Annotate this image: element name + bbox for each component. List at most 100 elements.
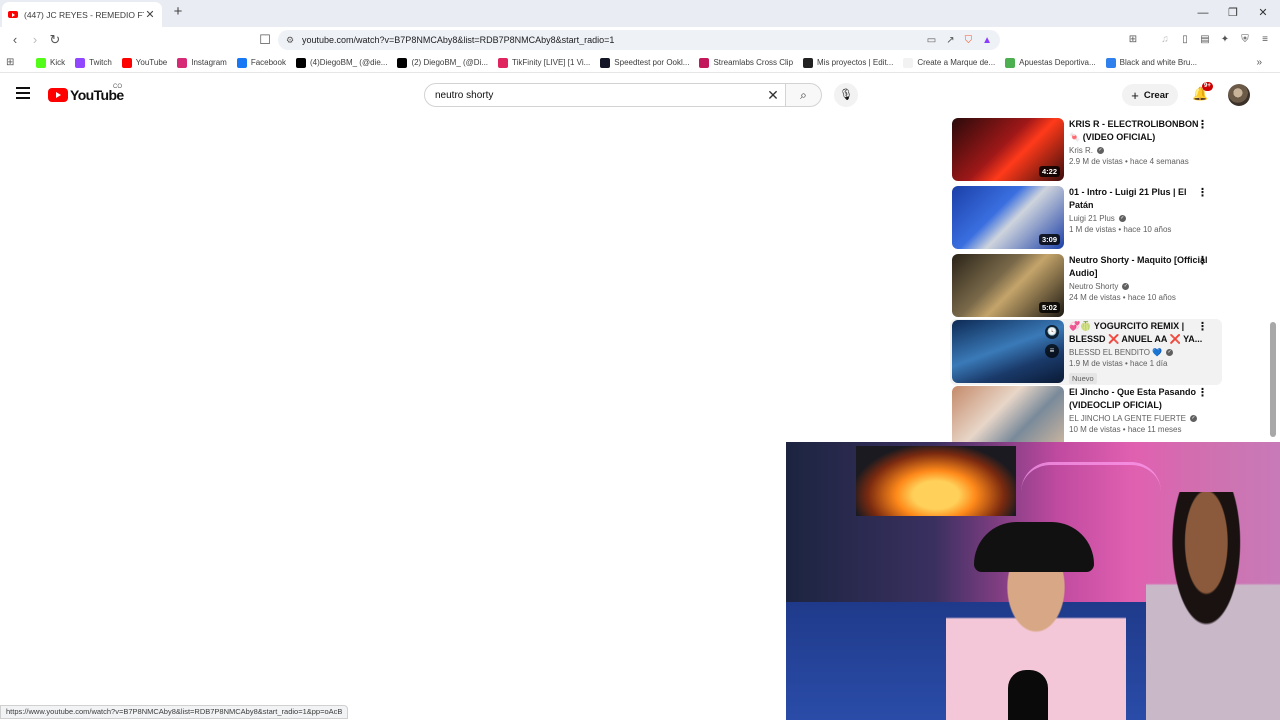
video-thumbnail[interactable]: 4:22: [952, 118, 1064, 181]
channel-name[interactable]: BLESSD EL BENDITO 💙 ✓: [1069, 348, 1209, 357]
clear-search-icon[interactable]: ✕: [761, 87, 785, 104]
channel-label[interactable]: BLESSD EL BENDITO 💙: [1069, 348, 1162, 357]
bookmark-item[interactable]: (2) DiegoBM_ (@Di...: [397, 57, 488, 68]
back-button[interactable]: ‹: [6, 31, 24, 49]
microphone-icon: 🎙: [839, 89, 853, 101]
browser-tab-active[interactable]: (447) JC REYES - REMEDIO FT PI ✕: [2, 2, 162, 27]
bookmark-favicon-icon: [903, 57, 914, 68]
restore-window-button[interactable]: ❐: [1218, 4, 1248, 22]
neon-heartbeat-sign: [1021, 462, 1161, 522]
channel-label[interactable]: Kris R.: [1069, 146, 1093, 155]
video-info: 01 - Intro - Luigi 21 Plus | El Patán Lui…: [1069, 185, 1209, 253]
more-actions-icon[interactable]: ⋮: [1197, 120, 1208, 131]
bookmark-favicon-icon: [236, 57, 247, 68]
search-input[interactable]: neutro shorty: [435, 90, 761, 101]
page-scrollbar[interactable]: [1270, 322, 1276, 437]
bookmark-item[interactable]: Twitch: [75, 57, 112, 68]
bookmark-label: Twitch: [89, 58, 112, 67]
browser-menu-icon[interactable]: ≡: [1257, 32, 1273, 48]
add-to-queue-icon[interactable]: ≡: [1045, 344, 1059, 358]
video-info: 💞🍈 YOGURCITO REMIX | BLESSD ❌ ANUEL AA ❌…: [1069, 319, 1209, 385]
video-title[interactable]: El Jincho - Que Esta Pasando (VIDEOCLIP …: [1069, 386, 1209, 412]
sidebar-icon[interactable]: ▯: [1177, 32, 1193, 48]
share-icon[interactable]: ↗: [946, 35, 954, 46]
brave-shield-icon[interactable]: ⛉: [965, 35, 973, 46]
bookmark-icon[interactable]: ☐: [256, 31, 274, 49]
video-thumbnail[interactable]: 🕓 ≡: [952, 320, 1064, 383]
channel-name[interactable]: EL JINCHO LA GENTE FUERTE ✓: [1069, 414, 1209, 423]
media-icon[interactable]: ♫: [1157, 32, 1173, 48]
more-actions-icon[interactable]: ⋮: [1197, 256, 1208, 267]
bookmark-item[interactable]: (4)DiegoBM_ (@die...: [295, 57, 388, 68]
video-thumbnail[interactable]: 5:02: [952, 254, 1064, 317]
more-actions-icon[interactable]: ⋮: [1197, 322, 1208, 333]
avatar[interactable]: [1228, 84, 1250, 106]
wallet-icon[interactable]: ▤: [1197, 32, 1213, 48]
channel-label[interactable]: EL JINCHO LA GENTE FUERTE: [1069, 414, 1186, 423]
url-text[interactable]: youtube.com/watch?v=B7P8NMCAby8&list=RDB…: [302, 35, 917, 45]
channel-name[interactable]: Kris R. ✓: [1069, 146, 1209, 155]
hamburger-menu-icon[interactable]: [16, 87, 30, 99]
channel-name[interactable]: Luigi 21 Plus ✓: [1069, 214, 1209, 223]
apps-grid-icon[interactable]: ⊞: [6, 57, 20, 68]
minimize-window-button[interactable]: —: [1188, 4, 1218, 22]
video-title[interactable]: Neutro Shorty - Maquito [Official Audio]: [1069, 254, 1209, 280]
verified-check-icon: ✓: [1097, 147, 1104, 154]
recommendation-item[interactable]: 🕓 ≡ 💞🍈 YOGURCITO REMIX | BLESSD ❌ ANUEL AA…: [950, 319, 1222, 385]
reload-button[interactable]: ↻: [46, 31, 64, 49]
vpn-icon[interactable]: ⛨: [1237, 32, 1253, 48]
more-bookmarks-icon[interactable]: »: [1256, 57, 1262, 68]
watch-later-icon[interactable]: 🕓: [1045, 325, 1059, 339]
voice-search-button[interactable]: 🎙: [834, 83, 858, 107]
notifications-button[interactable]: 🔔 9+: [1192, 82, 1213, 102]
install-app-icon[interactable]: ▭: [927, 35, 936, 46]
search-box[interactable]: neutro shorty ✕: [424, 83, 786, 107]
bookmark-item[interactable]: Streamlabs Cross Clip: [699, 57, 793, 68]
bookmark-item[interactable]: Apuestas Deportiva...: [1005, 57, 1096, 68]
video-title[interactable]: KRIS R - ELECTROLIBONBON 🍬 (VIDEO OFICIA…: [1069, 118, 1209, 144]
recommendations-list: 4:22 KRIS R - ELECTROLIBONBON 🍬 (VIDEO OF…: [950, 117, 1222, 442]
site-info-icon[interactable]: ⚙: [286, 35, 302, 46]
video-thumbnail[interactable]: [952, 386, 1064, 442]
forward-button[interactable]: ›: [26, 31, 44, 49]
bookmark-favicon-icon: [295, 57, 306, 68]
video-meta: 1.9 M de vistas • hace 1 día: [1069, 359, 1168, 368]
create-button[interactable]: + Crear: [1122, 84, 1178, 106]
channel-name[interactable]: Neutro Shorty ✓: [1069, 282, 1209, 291]
video-title[interactable]: 💞🍈 YOGURCITO REMIX | BLESSD ❌ ANUEL AA ❌…: [1069, 320, 1209, 346]
new-tab-button[interactable]: +: [170, 4, 186, 20]
rewards-icon[interactable]: ▲: [982, 35, 992, 46]
leo-ai-icon[interactable]: ✦: [1217, 32, 1233, 48]
search-button[interactable]: ⌕: [786, 83, 822, 107]
bookmark-favicon-icon: [498, 57, 509, 68]
bookmark-item[interactable]: Kick: [36, 57, 65, 68]
bookmark-item[interactable]: TikFinity [LIVE] [1 Vi...: [498, 57, 590, 68]
address-bar[interactable]: ⚙ youtube.com/watch?v=B7P8NMCAby8&list=R…: [278, 30, 1000, 50]
close-tab-icon[interactable]: ✕: [144, 8, 156, 21]
recommendation-item[interactable]: El Jincho - Que Esta Pasando (VIDEOCLIP …: [950, 385, 1222, 442]
bookmark-item[interactable]: Facebook: [236, 57, 286, 68]
recommendation-item[interactable]: 5:02 Neutro Shorty - Maquito [Official Au…: [950, 253, 1222, 321]
close-window-button[interactable]: ✕: [1248, 4, 1278, 22]
video-thumbnail[interactable]: 3:09: [952, 186, 1064, 249]
youtube-logo[interactable]: YouTube CO: [48, 84, 124, 103]
channel-label[interactable]: Neutro Shorty: [1069, 282, 1118, 291]
youtube-play-icon: [48, 88, 68, 102]
recommendation-item[interactable]: 3:09 01 - Intro - Luigi 21 Plus | El Patá…: [950, 185, 1222, 253]
bookmark-item[interactable]: Instagram: [177, 57, 227, 68]
bookmark-item[interactable]: Speedtest por Ookl...: [600, 57, 689, 68]
more-actions-icon[interactable]: ⋮: [1197, 388, 1208, 399]
more-actions-icon[interactable]: ⋮: [1197, 188, 1208, 199]
bookmark-item[interactable]: Create a Marque de...: [903, 57, 995, 68]
bookmark-item[interactable]: Mis proyectos | Edit...: [803, 57, 893, 68]
bookmark-favicon-icon: [1005, 57, 1016, 68]
bookmark-item[interactable]: Black and white Bru...: [1105, 57, 1197, 68]
video-duration: 3:09: [1038, 234, 1060, 245]
video-title[interactable]: 01 - Intro - Luigi 21 Plus | El Patán: [1069, 186, 1209, 212]
recommendation-item[interactable]: 4:22 KRIS R - ELECTROLIBONBON 🍬 (VIDEO OF…: [950, 117, 1222, 185]
bookmark-favicon-icon: [121, 57, 132, 68]
tab-search-icon[interactable]: ⊞: [1125, 32, 1141, 48]
channel-label[interactable]: Luigi 21 Plus: [1069, 214, 1115, 223]
bookmark-label: (4)DiegoBM_ (@die...: [309, 58, 388, 67]
bookmark-item[interactable]: YouTube: [121, 57, 167, 68]
